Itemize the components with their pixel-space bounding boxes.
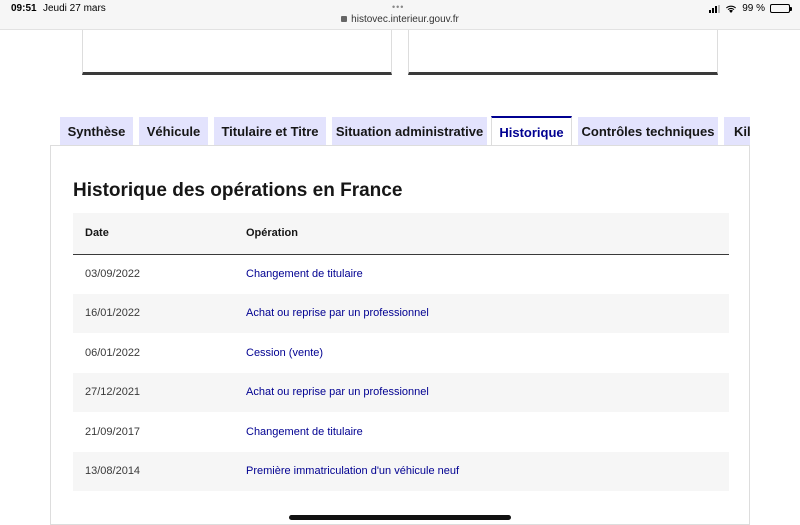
table-row: 21/09/2017 Changement de titulaire [73, 412, 729, 452]
page-title: Historique des opérations en France [73, 180, 403, 201]
column-header-date: Date [73, 213, 246, 255]
row-date: 03/09/2022 [85, 268, 141, 280]
table-row: 16/01/2022 Achat ou reprise par un profe… [73, 293, 729, 333]
status-indicators: 99 % [709, 3, 792, 14]
tab-kilometrage[interactable]: Kil [724, 117, 750, 146]
report-tabs: Synthèse Véhicule Titulaire et Titre Sit… [50, 116, 750, 146]
row-operation: Changement de titulaire [246, 268, 363, 280]
table-row: 03/09/2022 Changement de titulaire [73, 254, 729, 294]
row-date: 13/08/2014 [73, 451, 246, 491]
row-operation: Changement de titulaire [246, 425, 363, 438]
row-operation: Achat ou reprise par un professionnel [246, 307, 429, 320]
tab-historique[interactable]: Historique [491, 116, 572, 146]
operations-table: Date Opération 03/09/2022 Changement de … [73, 213, 729, 491]
row-operation: Achat ou reprise par un professionnel [246, 386, 429, 399]
url-text: histovec.interieur.gouv.fr [351, 14, 459, 25]
tab-synthese[interactable]: Synthèse [60, 117, 133, 146]
status-date: Jeudi 27 mars [43, 3, 106, 14]
home-indicator[interactable] [289, 515, 511, 520]
cellular-signal-icon [709, 4, 721, 13]
tab-vehicule[interactable]: Véhicule [139, 117, 208, 146]
wifi-icon [726, 5, 737, 13]
table-header-row: Date Opération [73, 213, 729, 255]
status-bar: 09:51 Jeudi 27 mars ••• histovec.interie… [0, 0, 800, 30]
clock: 09:51 [11, 3, 37, 14]
multitask-dots-icon[interactable]: ••• [392, 2, 404, 12]
column-header-operation: Opération [246, 213, 729, 255]
table-row: 13/08/2014 Première immatriculation d'un… [73, 451, 729, 491]
info-card-right [408, 30, 718, 75]
row-date: 21/09/2017 [85, 425, 141, 438]
battery-percent: 99 % [742, 3, 765, 14]
lock-icon [341, 16, 348, 22]
battery-icon [770, 4, 792, 13]
info-card-left [82, 30, 392, 75]
row-date: 16/01/2022 [73, 293, 246, 333]
historique-panel: Historique des opérations en France Date… [50, 145, 750, 525]
address-bar[interactable]: histovec.interieur.gouv.fr [0, 14, 800, 25]
row-date: 06/01/2022 [85, 346, 141, 359]
tab-situation-administrative[interactable]: Situation administrative [332, 117, 487, 146]
row-date: 27/12/2021 [73, 372, 246, 412]
row-operation: Cession (vente) [246, 346, 324, 359]
tab-titulaire-et-titre[interactable]: Titulaire et Titre [214, 117, 326, 146]
tab-controles-techniques[interactable]: Contrôles techniques [578, 117, 718, 146]
table-row: 27/12/2021 Achat ou reprise par un profe… [73, 372, 729, 412]
table-row: 06/01/2022 Cession (vente) [73, 333, 729, 373]
row-operation: Première immatriculation d'un véhicule n… [246, 465, 460, 478]
